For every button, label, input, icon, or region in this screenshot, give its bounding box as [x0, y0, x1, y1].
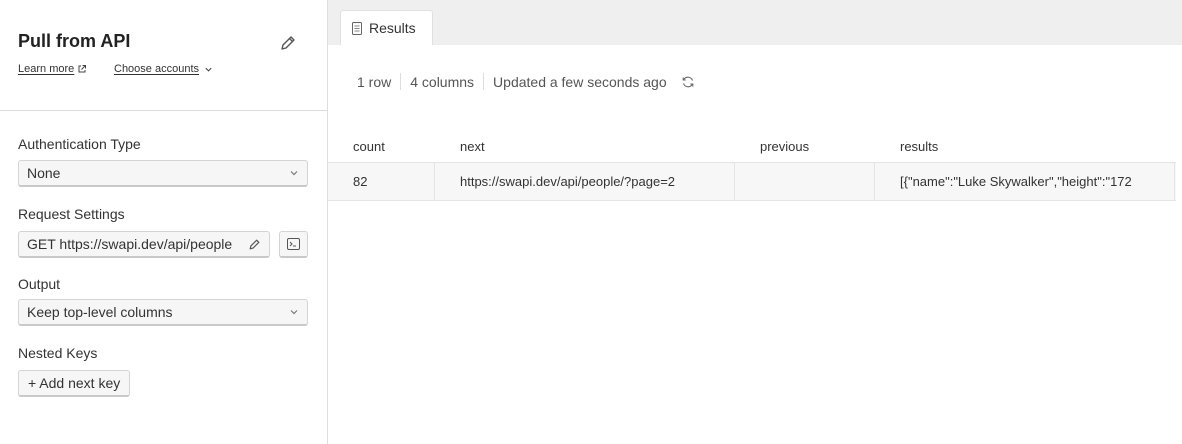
document-icon	[352, 21, 362, 35]
terminal-icon	[287, 238, 300, 250]
meta-divider	[483, 73, 485, 90]
row-count: 1 row	[357, 73, 392, 90]
choose-accounts-link[interactable]: Choose accounts	[114, 63, 213, 75]
column-header-count[interactable]: count	[353, 139, 385, 154]
chevron-down-icon	[205, 67, 212, 72]
results-table: count next previous results 82 https://s…	[328, 130, 1176, 201]
external-link-icon	[78, 65, 87, 73]
chevron-down-icon	[290, 171, 298, 176]
request-settings-value: GET https://swapi.dev/api/people	[27, 236, 233, 252]
pencil-icon[interactable]	[279, 34, 297, 52]
cell-next: https://swapi.dev/api/people/?page=2	[460, 174, 676, 189]
page-title: Pull from API	[18, 31, 131, 51]
column-divider	[434, 163, 435, 200]
add-next-key-button[interactable]: + Add next key	[18, 370, 131, 397]
column-header-results[interactable]: results	[900, 139, 938, 154]
config-panel: Pull from API Learn more Choose accounts…	[0, 0, 328, 444]
cell-count: 82	[353, 174, 368, 189]
learn-more-label: Learn more	[18, 63, 75, 75]
auth-type-value: None	[27, 165, 61, 181]
column-divider	[734, 163, 735, 200]
chevron-down-icon	[290, 310, 298, 315]
header-links: Learn more Choose accounts	[18, 63, 212, 75]
tab-results[interactable]: Results	[340, 10, 433, 45]
results-panel: Results 1 row 4 columns Updated a few se…	[328, 0, 1182, 444]
column-header-next[interactable]: next	[460, 139, 485, 154]
column-header-previous[interactable]: previous	[760, 139, 809, 154]
terminal-button[interactable]	[279, 231, 308, 258]
choose-accounts-label: Choose accounts	[114, 63, 199, 75]
cell-results: [{"name":"Luke Skywalker","height":"172	[900, 174, 1132, 189]
output-select[interactable]: Keep top-level columns	[18, 299, 308, 326]
auth-type-select[interactable]: None	[18, 160, 308, 187]
cell-previous	[760, 163, 870, 200]
column-divider	[874, 163, 875, 200]
updated-status: Updated a few seconds ago	[493, 73, 667, 90]
column-count: 4 columns	[410, 73, 475, 90]
results-meta: 1 row 4 columns Updated a few seconds ag…	[357, 73, 695, 90]
learn-more-link[interactable]: Learn more	[18, 63, 87, 75]
nested-keys-label: Nested Keys	[18, 345, 98, 361]
output-label: Output	[18, 276, 61, 292]
refresh-icon[interactable]	[681, 75, 695, 89]
request-settings-button[interactable]: GET https://swapi.dev/api/people	[18, 231, 270, 258]
pencil-icon	[249, 239, 260, 249]
meta-divider	[400, 73, 402, 90]
column-divider	[1174, 163, 1175, 200]
tab-bar: Results	[328, 0, 1182, 45]
request-settings-label: Request Settings	[18, 206, 125, 222]
section-divider	[0, 110, 327, 111]
auth-type-label: Authentication Type	[18, 136, 141, 152]
output-value: Keep top-level columns	[27, 304, 173, 320]
tab-results-label: Results	[369, 20, 416, 36]
table-header: count next previous results	[328, 130, 1176, 163]
table-row[interactable]: 82 https://swapi.dev/api/people/?page=2 …	[328, 163, 1176, 201]
